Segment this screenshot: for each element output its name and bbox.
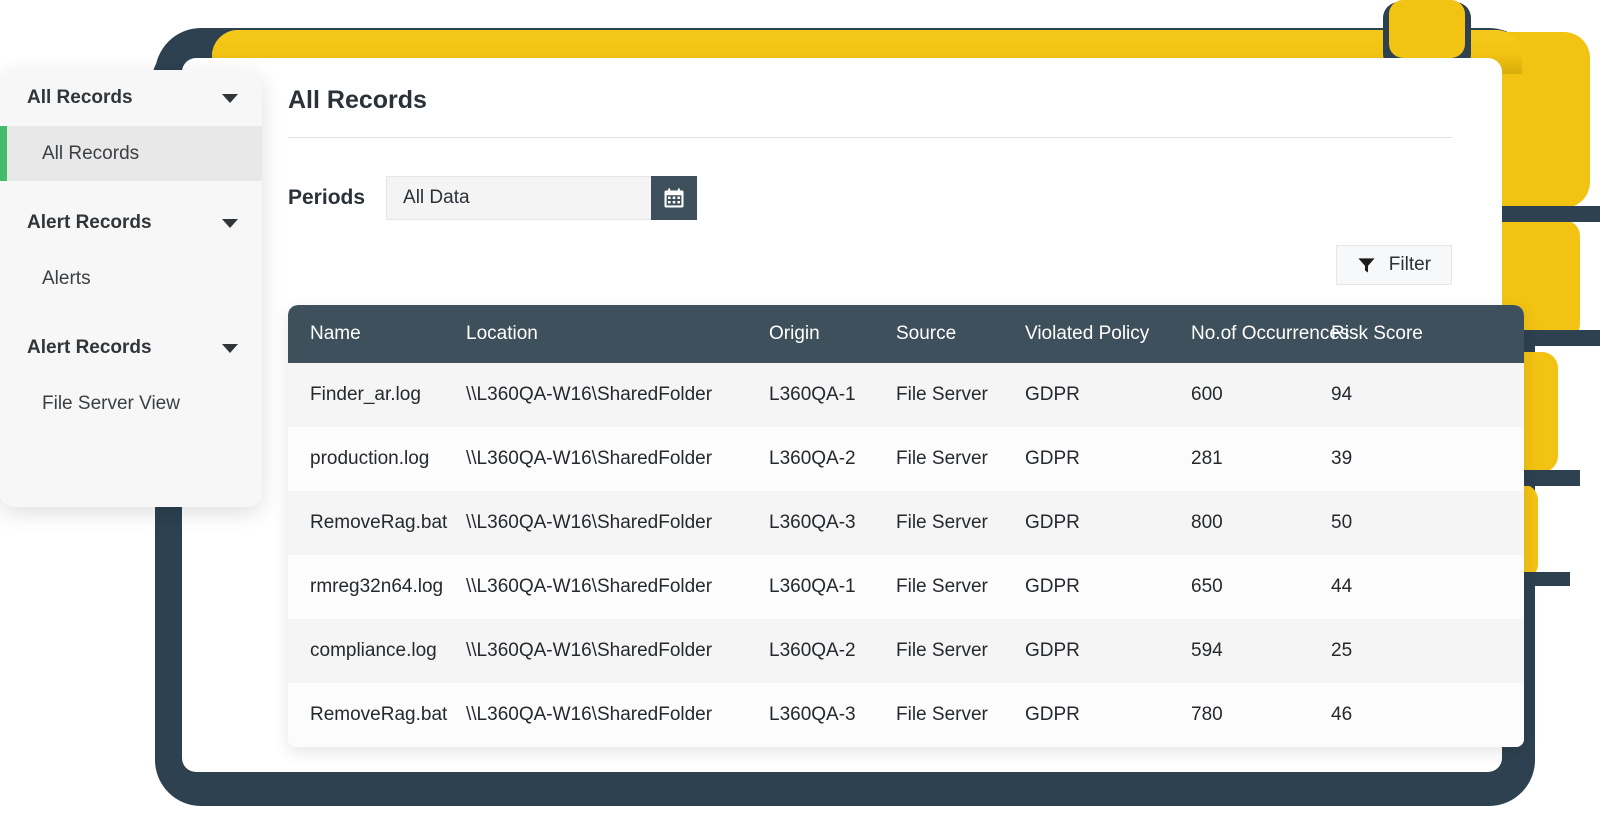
cell-origin: L360QA-2 — [769, 640, 856, 661]
cell-name: RemoveRag.bat — [310, 512, 448, 533]
sidebar-group-label: Alert Records — [27, 337, 152, 358]
sidebar-item-label: Alerts — [42, 267, 91, 289]
cell-risk-score: 25 — [1331, 640, 1353, 661]
screenshot-root: All Records All Records Alert Records Al… — [0, 0, 1622, 834]
cell-risk-score: 39 — [1331, 448, 1353, 469]
cell-policy: GDPR — [1025, 704, 1080, 725]
column-header-occurrences[interactable]: No.of Occurrences — [1191, 323, 1349, 345]
sidebar-group-label: Alert Records — [27, 212, 152, 233]
sidebar-item-label: File Server View — [42, 392, 180, 414]
cell-risk-score: 50 — [1331, 512, 1353, 533]
cell-source: File Server — [896, 576, 988, 597]
cell-risk-score: 44 — [1331, 576, 1353, 597]
cell-location: \\L360QA-W16\SharedFolder — [466, 576, 713, 597]
table-row[interactable]: compliance.log \\L360QA-W16\SharedFolder… — [288, 619, 1524, 683]
column-header-violated-policy[interactable]: Violated Policy — [1025, 323, 1191, 345]
table-row[interactable]: RemoveRag.bat \\L360QA-W16\SharedFolder … — [288, 683, 1524, 747]
periods-control: All Data — [386, 176, 698, 220]
sidebar: All Records All Records Alert Records Al… — [0, 70, 262, 507]
cell-origin: L360QA-2 — [769, 448, 856, 469]
table-row[interactable]: Finder_ar.log \\L360QA-W16\SharedFolder … — [288, 363, 1524, 427]
cell-policy: GDPR — [1025, 448, 1080, 469]
cell-occurrences: 600 — [1191, 384, 1223, 405]
cell-risk-score: 94 — [1331, 384, 1353, 405]
cell-location: \\L360QA-W16\SharedFolder — [466, 640, 713, 661]
cell-location: \\L360QA-W16\SharedFolder — [466, 512, 713, 533]
table-header-row: Name Location Origin Source Violated Pol… — [288, 305, 1524, 363]
filter-button-label: Filter — [1388, 254, 1431, 275]
sidebar-item-alerts[interactable]: Alerts — [0, 251, 262, 306]
calendar-icon — [664, 188, 684, 208]
table-row[interactable]: RemoveRag.bat \\L360QA-W16\SharedFolder … — [288, 491, 1524, 555]
cell-policy: GDPR — [1025, 512, 1080, 533]
cell-source: File Server — [896, 640, 988, 661]
column-header-origin[interactable]: Origin — [769, 323, 896, 345]
calendar-button[interactable] — [651, 176, 698, 220]
cell-origin: L360QA-3 — [769, 704, 856, 725]
sidebar-group-label: All Records — [27, 87, 133, 108]
cell-origin: L360QA-3 — [769, 512, 856, 533]
cell-occurrences: 650 — [1191, 576, 1223, 597]
cell-occurrences: 780 — [1191, 704, 1223, 725]
filter-button[interactable]: Filter — [1335, 245, 1452, 285]
cell-origin: L360QA-1 — [769, 384, 856, 405]
cell-name: production.log — [310, 448, 430, 469]
sidebar-item-file-server-view[interactable]: File Server View — [0, 376, 262, 431]
cell-occurrences: 281 — [1191, 448, 1223, 469]
periods-row: Periods All Data — [288, 176, 1503, 220]
cell-risk-score: 46 — [1331, 704, 1353, 725]
chevron-down-icon[interactable] — [222, 343, 238, 353]
table-row[interactable]: production.log \\L360QA-W16\SharedFolder… — [288, 427, 1524, 491]
funnel-icon — [1358, 257, 1375, 273]
clipboard-clip — [1389, 0, 1465, 58]
cell-source: File Server — [896, 384, 988, 405]
column-header-name[interactable]: Name — [288, 323, 466, 345]
cell-name: Finder_ar.log — [310, 384, 421, 405]
title-divider — [288, 137, 1452, 138]
cell-source: File Server — [896, 448, 988, 469]
sidebar-item-label: All Records — [42, 142, 140, 164]
cell-name: RemoveRag.bat — [310, 704, 448, 725]
cell-source: File Server — [896, 704, 988, 725]
cell-policy: GDPR — [1025, 576, 1080, 597]
cell-name: rmreg32n64.log — [310, 576, 444, 597]
cell-location: \\L360QA-W16\SharedFolder — [466, 384, 713, 405]
cell-source: File Server — [896, 512, 988, 533]
cell-origin: L360QA-1 — [769, 576, 856, 597]
records-table: Name Location Origin Source Violated Pol… — [288, 305, 1524, 747]
filter-row: Filter — [288, 245, 1452, 285]
page-title: All Records — [288, 86, 427, 114]
sidebar-group-alert-records-1[interactable]: Alert Records — [0, 195, 262, 251]
sidebar-group-alert-records-2[interactable]: Alert Records — [0, 320, 262, 376]
cell-occurrences: 594 — [1191, 640, 1223, 661]
cell-name: compliance.log — [310, 640, 437, 661]
column-header-location[interactable]: Location — [466, 323, 769, 345]
cell-occurrences: 800 — [1191, 512, 1223, 533]
column-header-source[interactable]: Source — [896, 323, 1025, 345]
table-row[interactable]: rmreg32n64.log \\L360QA-W16\SharedFolder… — [288, 555, 1524, 619]
chevron-down-icon[interactable] — [222, 218, 238, 228]
sidebar-group-all-records[interactable]: All Records — [0, 70, 262, 126]
cell-location: \\L360QA-W16\SharedFolder — [466, 448, 713, 469]
cell-location: \\L360QA-W16\SharedFolder — [466, 704, 713, 725]
sidebar-item-all-records[interactable]: All Records — [0, 126, 262, 181]
content-area: All Records Periods All Data Filter Name… — [288, 86, 1524, 747]
cell-policy: GDPR — [1025, 384, 1080, 405]
column-header-risk-score[interactable]: Risk Score — [1331, 323, 1451, 345]
cell-policy: GDPR — [1025, 640, 1080, 661]
periods-input[interactable]: All Data — [386, 176, 652, 220]
periods-label: Periods — [288, 186, 366, 209]
chevron-down-icon[interactable] — [222, 93, 238, 103]
